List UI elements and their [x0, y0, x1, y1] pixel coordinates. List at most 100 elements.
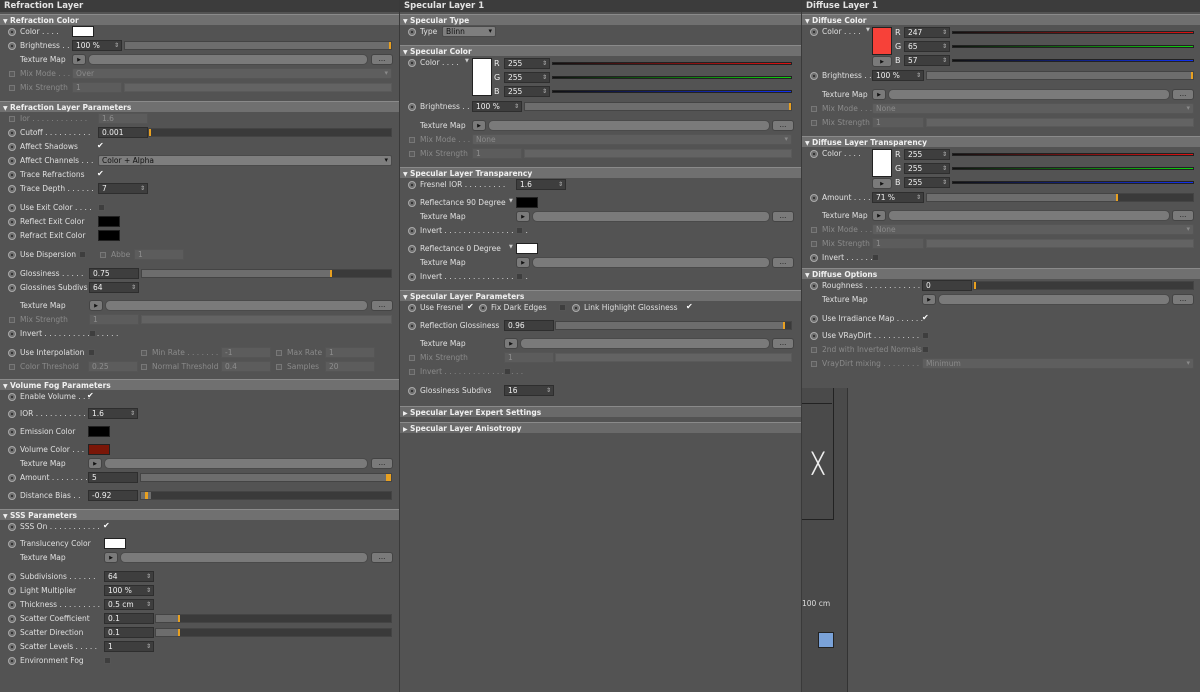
anim-radio[interactable]	[408, 245, 416, 253]
texture-browse-button[interactable]: ...	[772, 120, 794, 131]
anim-radio[interactable]	[810, 150, 818, 158]
color-menu-icon[interactable]: ▼	[465, 58, 469, 64]
enable-volume-checkbox[interactable]: ✔	[87, 391, 94, 400]
b-field[interactable]: 57 ⇕	[904, 55, 950, 66]
b-field[interactable]: 255 ⇕	[904, 177, 950, 188]
texture-menu-button[interactable]: ▶	[88, 458, 102, 469]
anim-radio[interactable]	[8, 218, 16, 226]
texture-menu-button[interactable]: ▶	[516, 257, 530, 268]
viewport-area[interactable]: ╳ 100 cm	[802, 388, 848, 692]
color-swatch[interactable]	[872, 27, 892, 55]
use-interp-checkbox[interactable]	[88, 349, 95, 356]
anim-radio[interactable]	[810, 332, 818, 340]
brightness-field[interactable]: 100 % ⇕	[472, 101, 522, 112]
texture-browse-button[interactable]: ...	[371, 54, 393, 65]
texture-browse-button[interactable]: ...	[371, 458, 393, 469]
amount-field[interactable]: 5	[88, 472, 138, 483]
texture-browse-button[interactable]: ...	[1172, 294, 1194, 305]
anim-radio[interactable]	[8, 540, 16, 548]
texture-map-field[interactable]	[488, 120, 770, 131]
texture-menu-button[interactable]: ▶	[89, 300, 103, 311]
anim-radio[interactable]	[8, 270, 16, 278]
texture-map-field[interactable]	[120, 552, 368, 563]
invert-checkbox[interactable]	[89, 330, 96, 337]
color-swatch[interactable]	[472, 58, 492, 96]
scatter-coef-field[interactable]: 0.1	[104, 613, 154, 624]
trace-refractions-checkbox[interactable]: ✔	[97, 169, 104, 178]
anim-radio[interactable]	[8, 204, 16, 212]
env-fog-checkbox[interactable]	[104, 657, 111, 664]
gloss-subdivs-field[interactable]: 16 ⇕	[504, 385, 554, 396]
texture-map-field[interactable]	[532, 211, 770, 222]
normal-threshold-field[interactable]: 0.4	[221, 361, 271, 372]
anim-radio[interactable]	[8, 643, 16, 651]
color-threshold-field[interactable]: 0.25	[88, 361, 138, 372]
use-fresnel-checkbox[interactable]: ✔	[467, 302, 474, 311]
anim-radio[interactable]	[408, 199, 416, 207]
anim-radio[interactable]	[8, 629, 16, 637]
section-specular-params[interactable]: ▼ Specular Layer Parameters	[400, 290, 801, 301]
mix-strength-slider[interactable]	[124, 83, 392, 92]
anim-radio[interactable]	[8, 492, 16, 500]
texture-browse-button[interactable]: ...	[371, 300, 393, 311]
color-menu-icon[interactable]: ▼	[866, 27, 870, 33]
texture-browse-button[interactable]: ...	[371, 552, 393, 563]
texture-browse-button[interactable]: ...	[772, 257, 794, 268]
g-field[interactable]: 255 ⇕	[904, 163, 950, 174]
anim-radio[interactable]	[8, 474, 16, 482]
reflectance-0-swatch[interactable]	[516, 243, 538, 254]
section-specular-type[interactable]: ▼ Specular Type	[400, 14, 801, 25]
r-slider[interactable]	[552, 62, 792, 65]
mix-strength-slider[interactable]	[141, 315, 392, 324]
reflectance-90-swatch[interactable]	[516, 197, 538, 208]
translucency-color-swatch[interactable]	[104, 538, 126, 549]
section-refraction-color[interactable]: ▼ Refraction Color	[0, 14, 399, 25]
fix-dark-edges-checkbox[interactable]	[559, 304, 566, 311]
color-menu-icon[interactable]: ▼	[509, 244, 513, 250]
section-volume-fog[interactable]: ▼ Volume Fog Parameters	[0, 379, 399, 390]
max-rate-field[interactable]: 1	[325, 347, 375, 358]
r-field[interactable]: 255 ⇕	[904, 149, 950, 160]
texture-browse-button[interactable]: ...	[772, 338, 794, 349]
anim-radio[interactable]	[8, 171, 16, 179]
gloss-subdivs-field[interactable]: 64 ⇕	[89, 282, 139, 293]
anim-radio[interactable]	[810, 194, 818, 202]
anim-radio[interactable]	[479, 304, 487, 312]
vraydirt-checkbox[interactable]	[922, 332, 929, 339]
texture-map-field[interactable]	[888, 210, 1170, 221]
anim-radio[interactable]	[8, 129, 16, 137]
anim-radio[interactable]	[8, 587, 16, 595]
anim-radio[interactable]	[810, 28, 818, 36]
anim-radio[interactable]	[8, 330, 16, 338]
fog-ior-field[interactable]: 1.6 ⇕	[88, 408, 138, 419]
affect-shadows-checkbox[interactable]: ✔	[97, 141, 104, 150]
g-field[interactable]: 255 ⇕	[504, 72, 550, 83]
scatter-levels-field[interactable]: 1 ⇕	[104, 641, 154, 652]
anim-radio[interactable]	[8, 157, 16, 165]
anim-radio[interactable]	[8, 185, 16, 193]
texture-map-field[interactable]	[105, 300, 368, 311]
texture-menu-button[interactable]: ▶	[72, 54, 86, 65]
g-slider[interactable]	[952, 45, 1194, 48]
roughness-slider[interactable]	[973, 281, 1194, 290]
anim-radio[interactable]	[8, 28, 16, 36]
b-slider[interactable]	[552, 90, 792, 93]
mix-mode-dropdown[interactable]: None	[872, 224, 1194, 235]
section-specular-expert[interactable]: ▶ Specular Layer Expert Settings	[400, 406, 801, 417]
color-picker-button[interactable]: ▶	[872, 56, 892, 67]
anim-radio[interactable]	[408, 304, 416, 312]
texture-menu-button[interactable]: ▶	[872, 89, 886, 100]
anim-radio[interactable]	[8, 446, 16, 454]
glossiness-field[interactable]: 0.75	[89, 268, 139, 279]
light-multiplier-field[interactable]: 100 % ⇕	[104, 585, 154, 596]
anim-radio[interactable]	[8, 410, 16, 418]
anim-radio[interactable]	[8, 615, 16, 623]
texture-menu-button[interactable]: ▶	[504, 338, 518, 349]
sss-on-checkbox[interactable]: ✔	[103, 521, 110, 530]
specular-type-dropdown[interactable]: Blinn	[442, 26, 496, 37]
anim-radio[interactable]	[8, 284, 16, 292]
texture-map-field[interactable]	[104, 458, 368, 469]
anim-radio[interactable]	[810, 282, 818, 290]
anim-radio[interactable]	[408, 181, 416, 189]
use-exit-color-checkbox[interactable]	[98, 204, 105, 211]
